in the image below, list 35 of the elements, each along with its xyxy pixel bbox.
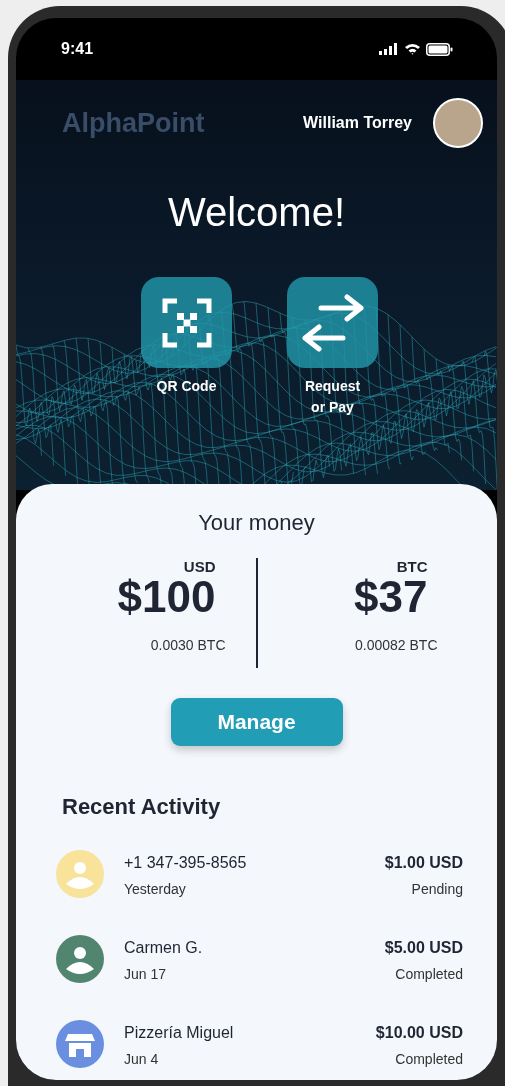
action-button[interactable]	[141, 277, 232, 368]
welcome-heading: Welcome!	[166, 190, 347, 235]
balance-amount: $100	[117, 575, 216, 619]
transaction-amount: $10.00 USD	[375, 1024, 463, 1042]
btc-equivalent: 0.0030 BTC	[150, 637, 226, 653]
transaction-date: Jun 4	[124, 1051, 160, 1067]
transaction-amount: $5.00 USD	[384, 939, 463, 957]
arrows-icon	[300, 293, 365, 352]
contact-name: Carmen G.	[124, 939, 204, 957]
user-name: William Torrey	[303, 114, 412, 132]
transaction-status: Completed	[395, 966, 463, 982]
contact-name: +1 347-395-8565	[124, 854, 248, 872]
action-label: QR Code	[155, 377, 218, 396]
balance-amount: $37	[354, 575, 428, 619]
section-title: Your money	[197, 510, 316, 536]
transaction-date: Jun 17	[124, 966, 168, 982]
app-logo: AlphaPoint	[62, 107, 205, 139]
transaction-status: Completed	[395, 1051, 463, 1067]
transaction-amount: $1.00 USD	[384, 854, 463, 872]
qr-scan-icon	[161, 297, 212, 348]
avatar-placeholder[interactable]	[433, 98, 483, 148]
btc-equivalent: 0.00082 BTC	[355, 637, 438, 653]
manage-button[interactable]: Manage	[170, 698, 343, 746]
wifi-icon	[404, 43, 421, 55]
currency-label: USD	[183, 558, 216, 575]
transaction-status: Pending	[411, 881, 463, 897]
action-label: Request or Pay	[303, 377, 362, 417]
battery-icon	[426, 42, 453, 56]
transaction-date: Yesterday	[124, 881, 187, 897]
section-title: Recent Activity	[62, 794, 222, 820]
action-button[interactable]	[287, 277, 378, 368]
status-time: 9:41	[61, 40, 94, 58]
currency-label: BTC	[396, 558, 428, 575]
contact-name: Pizzería Miguel	[124, 1024, 235, 1042]
signal-icon	[379, 43, 399, 55]
